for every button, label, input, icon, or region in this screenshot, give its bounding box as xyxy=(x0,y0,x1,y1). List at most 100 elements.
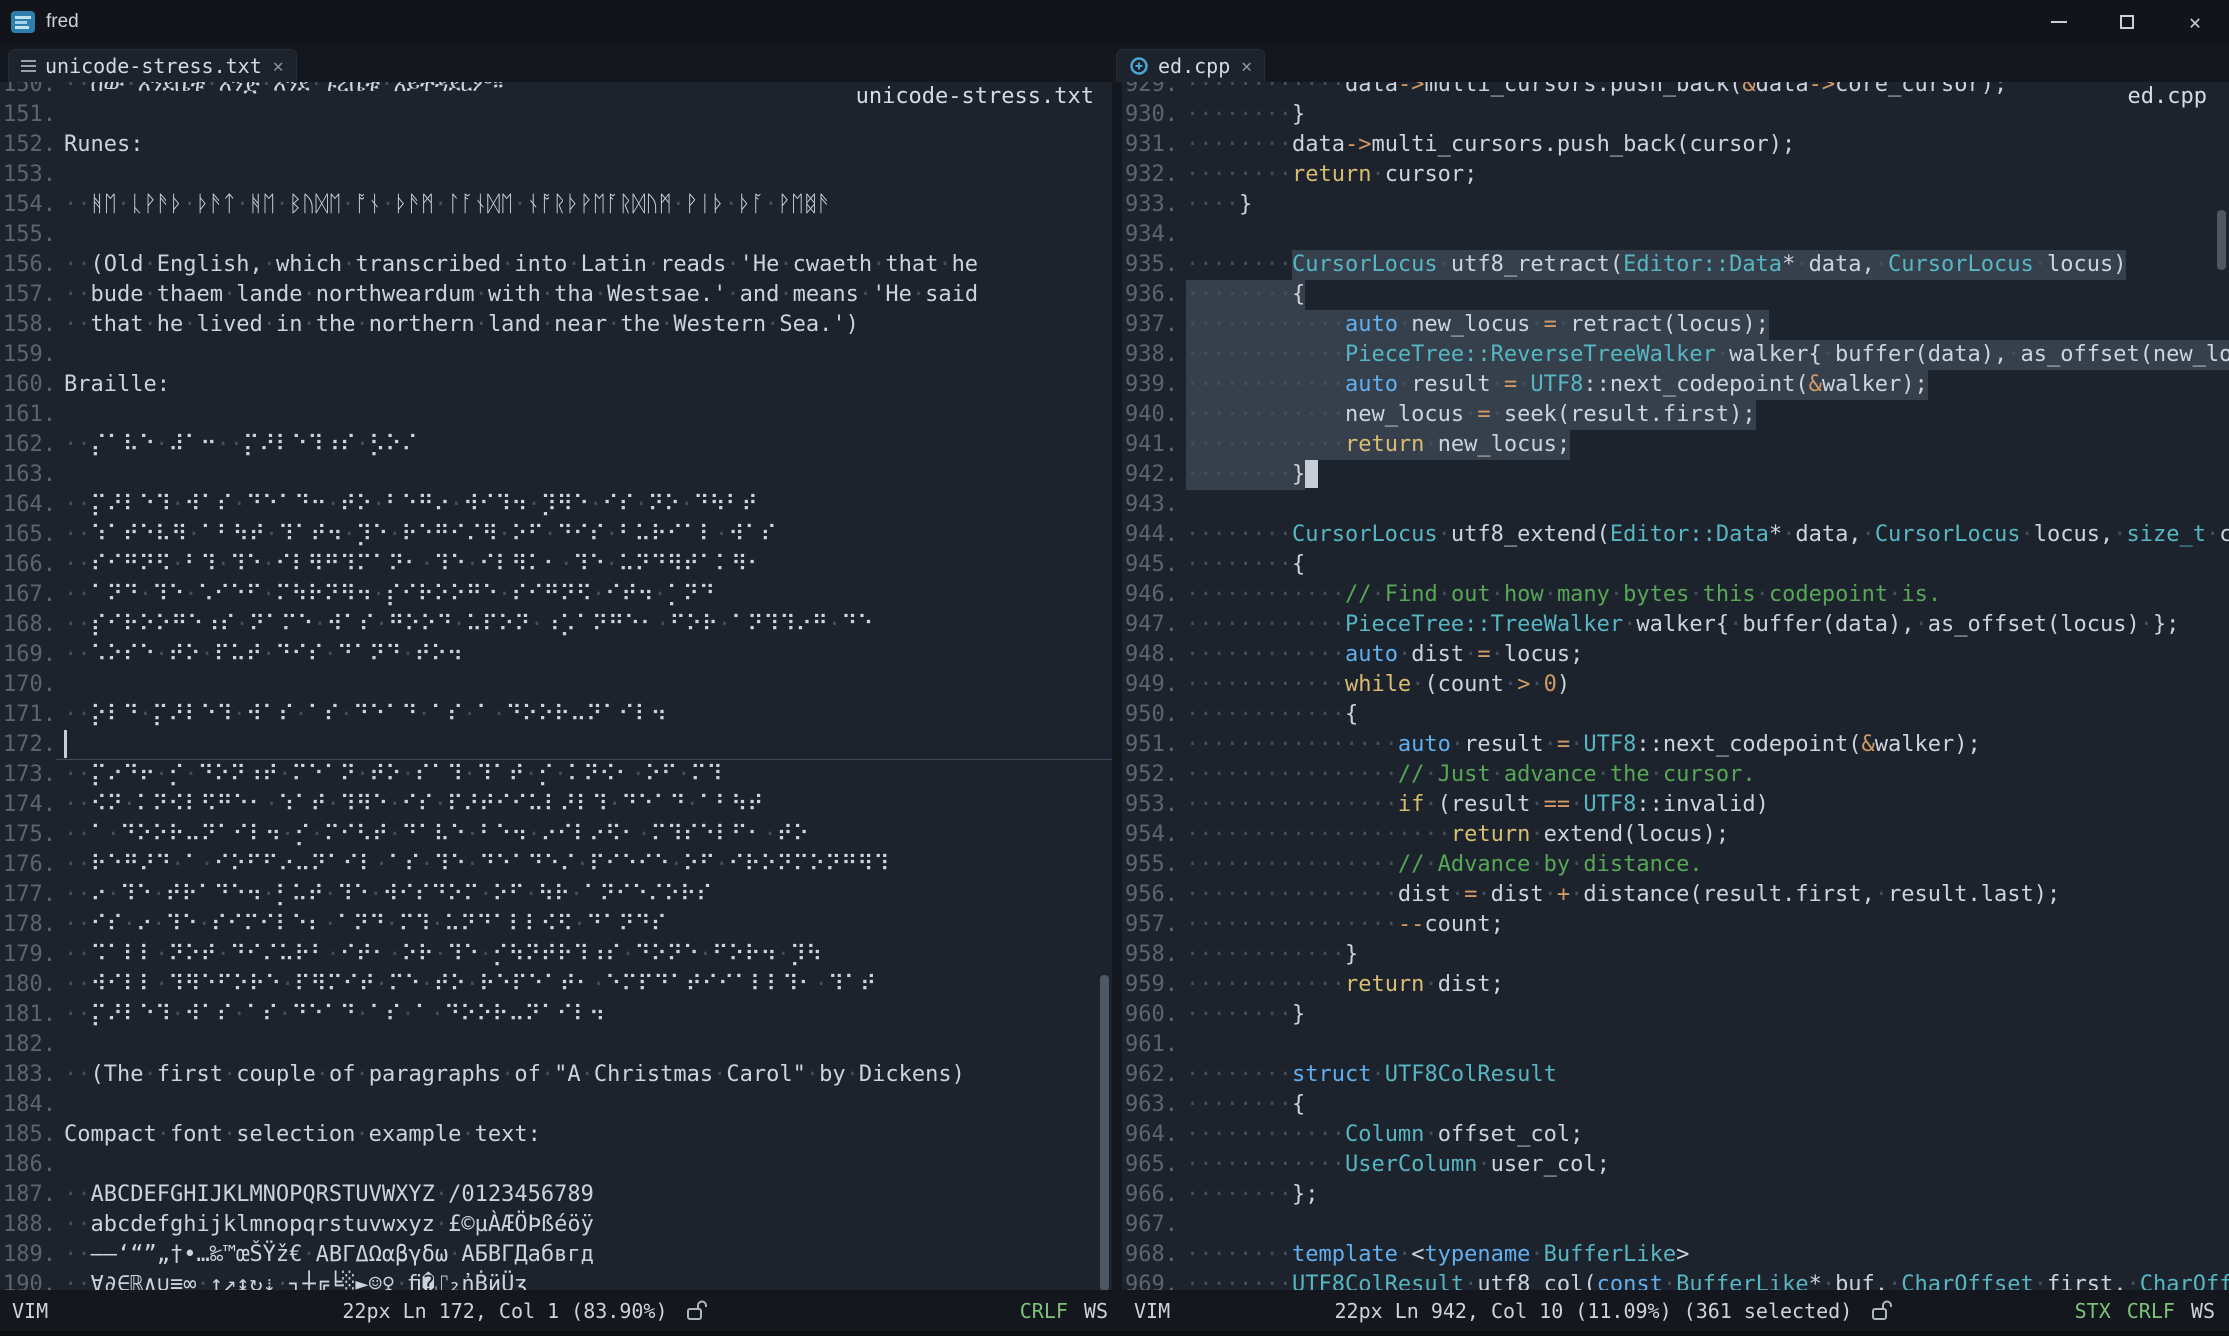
code-line[interactable]: 160.Braille: xyxy=(0,370,1112,400)
code-line[interactable]: 936.········{ xyxy=(1122,280,2229,310)
code-line[interactable]: 931.········data->multi_cursors.push_bac… xyxy=(1122,130,2229,160)
code-line[interactable]: 170. xyxy=(0,670,1112,700)
code-line[interactable]: 187.··ABCDEFGHIJKLMNOPQRSTUVWXYZ·/012345… xyxy=(0,1180,1112,1210)
code-line[interactable]: 943. xyxy=(1122,490,2229,520)
code-line[interactable]: 968.········template·<typename·BufferLik… xyxy=(1122,1240,2229,1270)
code-line[interactable]: 942.········} xyxy=(1122,460,2229,490)
code-line[interactable]: 954.····················return·extend(lo… xyxy=(1122,820,2229,850)
whitespace-dots: ············ xyxy=(1186,642,1345,667)
line-number: 172. xyxy=(0,730,56,760)
code-line[interactable]: 938.············PieceTree::ReverseTreeWa… xyxy=(1122,340,2229,370)
code-line[interactable]: 185.Compact·font·selection·example·text: xyxy=(0,1120,1112,1150)
code-line[interactable]: 174.··⠪⠝·⠅⠝⠪⠇⠫⠛⠑⠂·⠱⠁⠞·⠹⠻⠑·⠊⠎·⠏⠜⠞⠊⠊⠥⠇⠜⠇⠹·… xyxy=(0,790,1112,820)
scrollbar-right[interactable] xyxy=(2215,82,2229,1290)
editor-pane-left[interactable]: 150.··ሰው·እንደቤቱ·እንጅ·እንደ·ጉረቤቱ·አይተዳደርም።151.… xyxy=(0,82,1112,1290)
code-line[interactable]: 965.············UserColumn·user_col; xyxy=(1122,1150,2229,1180)
code-line[interactable]: 933.····} xyxy=(1122,190,2229,220)
code-line[interactable]: 958.············} xyxy=(1122,940,2229,970)
code-line[interactable]: 166.··⠎⠊⠛⠝⠫·⠃⠹·⠹⠑·⠊⠇⠻⠛⠹⠍⠁⠝⠂·⠹⠑·⠊⠇⠻⠅⠂·⠹⠑·… xyxy=(0,550,1112,580)
code-line[interactable]: 164.··⡍⠜⠇⠑⠹·⠺⠁⠎·⠙⠑⠁⠙⠒·⠞⠕·⠃⠑⠛⠔·⠺⠊⠹⠲·⡹⠻⠑·⠊… xyxy=(0,490,1112,520)
code-line[interactable]: 945.········{ xyxy=(1122,550,2229,580)
code-line[interactable]: 953.················if·(result·==·UTF8::… xyxy=(1122,790,2229,820)
code-line[interactable]: 161. xyxy=(0,400,1112,430)
code-line[interactable]: 175.··⠁·⠙⠕⠕⠗⠤⠝⠁⠊⠇⠲·⡊·⠍⠊⠣⠞·⠙⠁⠧⠑·⠃⠑⠲·⠔⠊⠇⠔⠫… xyxy=(0,820,1112,850)
code-line[interactable]: 183.··(The·first·couple·of·paragraphs·of… xyxy=(0,1060,1112,1090)
code-line[interactable]: 967. xyxy=(1122,1210,2229,1240)
code-line[interactable]: 951.················auto·result·=·UTF8::… xyxy=(1122,730,2229,760)
code-line[interactable]: 946.············//·Find·out·how·many·byt… xyxy=(1122,580,2229,610)
code-line[interactable]: 153. xyxy=(0,160,1112,190)
code-line[interactable]: 155. xyxy=(0,220,1112,250)
code-line[interactable]: 940.············new_locus·=·seek(result.… xyxy=(1122,400,2229,430)
code-line[interactable]: 181.··⡍⠜⠇⠑⠹·⠺⠁⠎·⠁⠎·⠙⠑⠁⠙·⠁⠎·⠁·⠙⠕⠕⠗⠤⠝⠁⠊⠇⠲ xyxy=(0,1000,1112,1030)
code-line[interactable]: 952.················//·Just·advance·the·… xyxy=(1122,760,2229,790)
maximize-button[interactable] xyxy=(2093,0,2161,44)
code-line[interactable]: 188.··abcdefghijklmnopqrstuvwxyz·£©µÀÆÖÞ… xyxy=(0,1210,1112,1240)
code-line[interactable]: 939.············auto·result·=·UTF8::next… xyxy=(1122,370,2229,400)
code-line[interactable]: 182. xyxy=(0,1030,1112,1060)
code-line[interactable]: 179.··⠩⠁⠇⠇·⠝⠕⠞·⠙⠊⠌⠥⠗⠃·⠊⠞⠂·⠕⠗·⠹⠑·⡊⠳⠝⠞⠗⠹⠰⠎… xyxy=(0,940,1112,970)
code-line[interactable]: 947.············PieceTree::TreeWalker·wa… xyxy=(1122,610,2229,640)
code-line[interactable]: 152.Runes: xyxy=(0,130,1112,160)
code-line[interactable]: 961. xyxy=(1122,1030,2229,1060)
code-line[interactable]: 156.··(Old·English,·which·transcribed·in… xyxy=(0,250,1112,280)
syntax-token: cursor. xyxy=(1663,762,1756,787)
code-line[interactable]: 176.··⠗⠑⠛⠜⠙·⠁·⠊⠕⠋⠋⠔⠤⠝⠁⠊⠇·⠁⠎·⠹⠑·⠙⠑⠁⠙⠑⠌·⠏⠊… xyxy=(0,850,1112,880)
tab-unicode-stress-txt[interactable]: unicode-stress.txt ✕ xyxy=(8,49,297,82)
code-line[interactable]: 186. xyxy=(0,1150,1112,1180)
code-line[interactable]: 956.················dist·=·dist·+·distan… xyxy=(1122,880,2229,910)
scrollbar-thumb[interactable] xyxy=(1100,975,1109,1290)
code-line[interactable]: 966.········}; xyxy=(1122,1180,2229,1210)
syntax-token: UserColumn xyxy=(1345,1152,1477,1177)
scrollbar-thumb[interactable] xyxy=(2217,210,2226,270)
code-line[interactable]: 929.············data->multi_cursors.push… xyxy=(1122,82,2229,100)
code-line[interactable]: 959.············return·dist; xyxy=(1122,970,2229,1000)
editor-pane-right[interactable]: 929.············data->multi_cursors.push… xyxy=(1122,82,2229,1290)
code-line[interactable]: 937.············auto·new_locus·=·retract… xyxy=(1122,310,2229,340)
line-text: ········} xyxy=(1178,460,2229,490)
code-line[interactable]: 948.············auto·dist·=·locus; xyxy=(1122,640,2229,670)
code-line[interactable]: 930.········} xyxy=(1122,100,2229,130)
code-line[interactable]: 163. xyxy=(0,460,1112,490)
syntax-token: template xyxy=(1292,1242,1398,1267)
close-button[interactable]: ✕ xyxy=(2161,0,2229,44)
code-line[interactable]: 158.··that·he·lived·in·the·northern·land… xyxy=(0,310,1112,340)
code-line[interactable]: 964.············Column·offset_col; xyxy=(1122,1120,2229,1150)
code-line[interactable]: 178.··⠊⠎·⠔·⠹⠑·⠎⠊⠍⠊⠇⠑⠆·⠁⠝⠙·⠍⠹·⠥⠝⠙⠁⠇⠇⠪⠫·⠙⠁… xyxy=(0,910,1112,940)
code-line[interactable]: 969.········UTF8ColResult·utf8_col(const… xyxy=(1122,1270,2229,1290)
code-line[interactable]: 189.··–—‘“”„†•…‰™œŠŸž€·ΑΒΓΔΩαβγδω·АБВГДа… xyxy=(0,1240,1112,1270)
code-line[interactable]: 177.··⠔·⠹⠑·⠞⠗⠁⠙⠑⠲·⡃⠥⠞·⠹⠑·⠺⠊⠎⠙⠕⠍·⠕⠋·⠳⠗·⠁⠝… xyxy=(0,880,1112,910)
code-line[interactable]: 955.················//·Advance·by·distan… xyxy=(1122,850,2229,880)
tab-close-button[interactable]: ✕ xyxy=(273,56,284,77)
code-line[interactable]: 159. xyxy=(0,340,1112,370)
code-line[interactable]: 932.········return·cursor; xyxy=(1122,160,2229,190)
code-line[interactable]: 171.··⡕⠇⠙·⡍⠜⠇⠑⠹·⠺⠁⠎·⠁⠎·⠙⠑⠁⠙·⠁⠎·⠁·⠙⠕⠕⠗⠤⠝⠁… xyxy=(0,700,1112,730)
minimize-button[interactable] xyxy=(2025,0,2093,44)
code-line[interactable]: 167.··⠁⠝⠙·⠹⠑·⠡⠊⠑⠋·⠍⠳⠗⠝⠻⠲·⡎⠊⠗⠕⠕⠛⠑·⠎⠊⠛⠝⠫·⠊… xyxy=(0,580,1112,610)
code-line[interactable]: 180.··⠺⠊⠇⠇·⠹⠻⠑⠋⠕⠗⠑·⠏⠻⠍⠊⠞·⠍⠑·⠞⠕·⠗⠑⠏⠑⠁⠞⠂·⠑… xyxy=(0,970,1112,1000)
pane-divider[interactable] xyxy=(1112,82,1122,1290)
scrollbar-left[interactable] xyxy=(1098,82,1112,1290)
code-line[interactable]: 157.··bude·thaem·lande·northweardum·with… xyxy=(0,280,1112,310)
code-line[interactable]: 960.········} xyxy=(1122,1000,2229,1030)
tab-close-button[interactable]: ✕ xyxy=(1241,56,1252,77)
code-line[interactable]: 949.············while·(count·>·0) xyxy=(1122,670,2229,700)
code-line[interactable]: 935.········CursorLocus·utf8_retract(Edi… xyxy=(1122,250,2229,280)
code-line[interactable]: 165.··⠱⠁⠞⠑⠧⠻·⠁⠃⠳⠞·⠹⠁⠞⠲·⡹⠑·⠗⠑⠛⠊⠌⠻·⠕⠋·⠙⠊⠎·… xyxy=(0,520,1112,550)
code-line[interactable]: 962.········struct·UTF8ColResult xyxy=(1122,1060,2229,1090)
code-line[interactable]: 169.··⠡⠕⠎⠑·⠞⠕·⠏⠥⠞·⠙⠊⠎·⠙⠁⠝⠙·⠞⠕⠲ xyxy=(0,640,1112,670)
code-line[interactable]: 162.··⡌⠁⠧⠑·⠼⠁⠒··⡍⠜⠇⠑⠹⠰⠎·⡣⠕⠌ xyxy=(0,430,1112,460)
code-line[interactable]: 944.········CursorLocus·utf8_extend(Edit… xyxy=(1122,520,2229,550)
code-line[interactable]: 957.················--count; xyxy=(1122,910,2229,940)
tab-ed-cpp[interactable]: ed.cpp ✕ xyxy=(1116,49,1265,82)
code-line[interactable]: 172. xyxy=(0,730,1112,760)
code-line[interactable]: 941.············return·new_locus; xyxy=(1122,430,2229,460)
code-line[interactable]: 168.··⡎⠊⠗⠕⠕⠛⠑⠰⠎·⠝⠁⠍⠑·⠺⠁⠎·⠛⠕⠕⠙·⠥⠏⠕⠝·⠰⡡⠁⠝⠛… xyxy=(0,610,1112,640)
code-line[interactable]: 934. xyxy=(1122,220,2229,250)
code-line[interactable]: 173.··⡍⠔⠙⠖·⡊·⠙⠕⠝⠰⠞·⠍⠑⠁⠝·⠞⠕·⠎⠁⠹·⠹⠁⠞·⡊·⠅⠝⠪… xyxy=(0,760,1112,790)
code-line[interactable]: 184. xyxy=(0,1090,1112,1120)
code-line[interactable]: 963.········{ xyxy=(1122,1090,2229,1120)
code-line[interactable]: 950.············{ xyxy=(1122,700,2229,730)
code-line[interactable]: 190.··∀∂∈ℝ∧∪≡∞·↑↗↨↻⇣·┐┼╔╘░►☺♀·ﬁ�⑀₂ἠḂӥÜʒ xyxy=(0,1270,1112,1290)
code-line[interactable]: 154.··ᚻᛖ·ᚳᚹᚫᚦ·ᚦᚫᛏ·ᚻᛖ·ᛒᚢᛞᛖ·ᚩᚾ·ᚦᚫᛗ·ᛚᚪᚾᛞᛖ·ᚾ… xyxy=(0,190,1112,220)
